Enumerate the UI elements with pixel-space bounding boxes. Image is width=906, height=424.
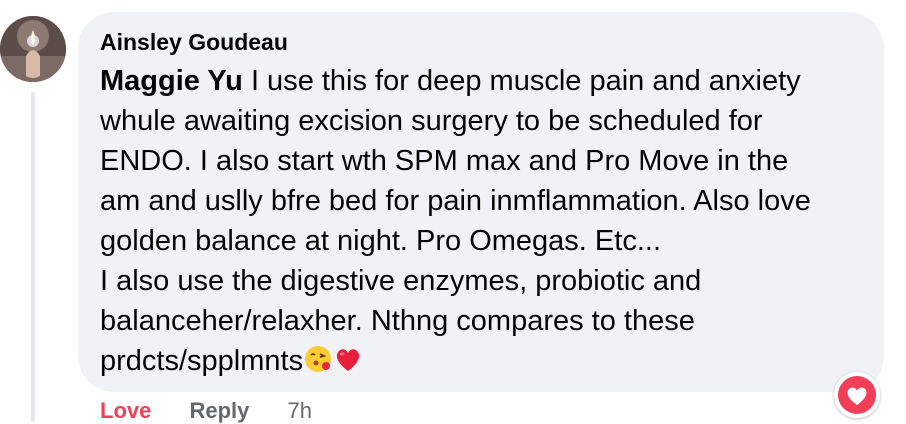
comment-author-name[interactable]: Ainsley Goudeau [100, 29, 288, 56]
reply-button[interactable]: Reply [189, 398, 249, 423]
comment-text: Maggie Yu I use this for deep muscle pai… [100, 61, 870, 381]
heart-reaction-icon[interactable] [834, 372, 880, 418]
comment-timestamp[interactable]: 7h [288, 398, 312, 423]
comment-line-1: Maggie Yu I use this for deep muscle pai… [100, 61, 870, 101]
heart-reaction-circle [838, 376, 876, 414]
comment-line-text: I use this for deep muscle pain and anxi… [242, 65, 801, 97]
comment-line-7: balanceher/relaxher. Nthng compares to t… [100, 305, 695, 337]
red-heart-icon [336, 349, 360, 371]
face-blowing-kiss-icon [305, 346, 332, 372]
reply-thread-line [31, 92, 35, 422]
comment-line-3: ENDO. I also start wth SPM max and Pro M… [100, 145, 789, 177]
comment-line-5: golden balance at night. Pro Omegas. Etc… [100, 225, 661, 257]
avatar[interactable] [0, 16, 66, 82]
comment-line-6: I also use the digestive enzymes, probio… [100, 265, 702, 297]
comment-line-text: prdcts/spplmnts [100, 345, 304, 377]
comment-line-2: whule awaiting excision surgery to be sc… [100, 105, 763, 137]
comment-actions: Love Reply 7h [100, 398, 344, 424]
comment-line-8: prdcts/spplmnts [100, 341, 870, 381]
mention-link[interactable]: Maggie Yu [100, 65, 243, 97]
love-reaction-button[interactable]: Love [100, 398, 151, 423]
comment-line-4: am and uslly bfre bed for pain inmflamma… [100, 185, 811, 217]
